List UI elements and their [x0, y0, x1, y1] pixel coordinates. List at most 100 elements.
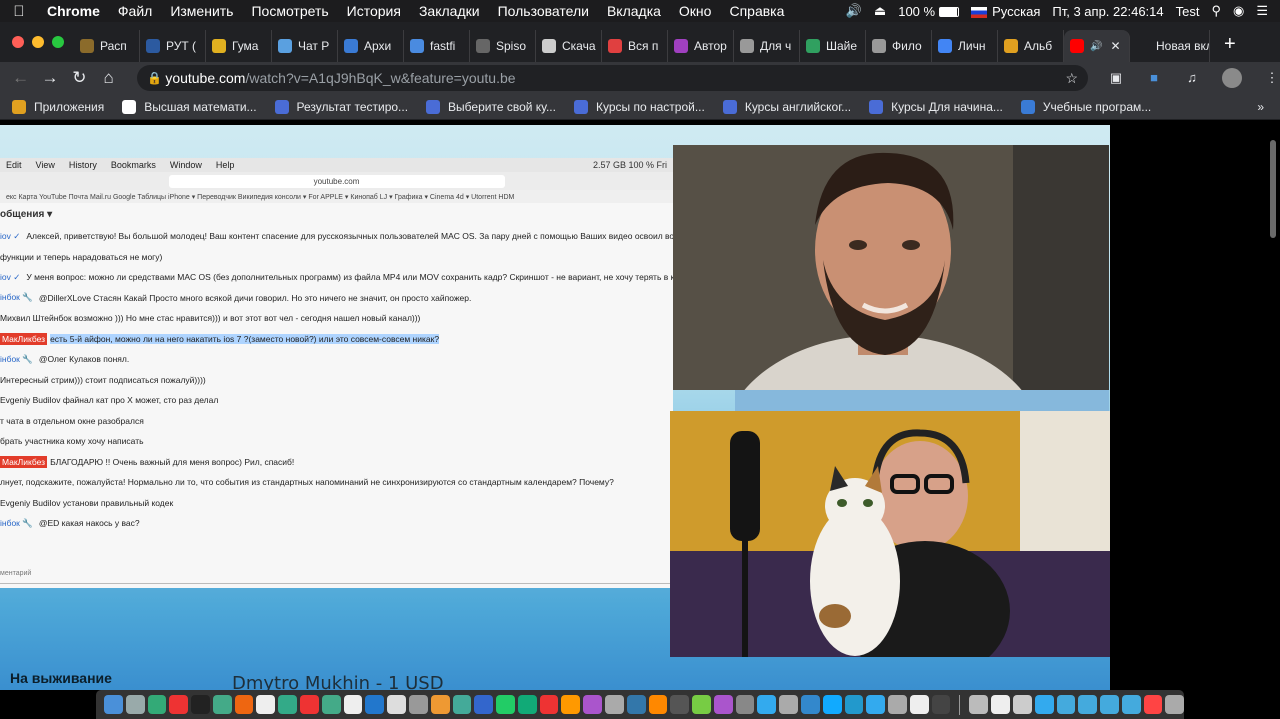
home-icon[interactable]: ⌂ [94, 68, 123, 88]
dock-app-icon[interactable] [147, 695, 167, 714]
dock-app-icon[interactable] [1013, 695, 1032, 714]
bookmark-item[interactable]: Учебные програм... [1020, 99, 1151, 114]
battery-status[interactable]: 100 % [898, 4, 960, 19]
bookmark-item[interactable]: Высшая математи... [122, 99, 257, 114]
dock-app-icon[interactable] [801, 695, 820, 714]
cast-icon[interactable]: ▣ [1108, 70, 1124, 86]
bookmark-item[interactable]: Выберите свой ку... [426, 99, 556, 114]
browser-tab[interactable]: Новая вкл [1130, 30, 1210, 62]
page-scrollbar[interactable] [1270, 140, 1276, 238]
eject-icon[interactable]: ⏏ [874, 3, 886, 19]
dock-app-icon[interactable] [212, 695, 232, 714]
menu-users[interactable]: Пользователи [489, 3, 598, 19]
dock-app-icon[interactable] [452, 695, 472, 714]
bookmark-item[interactable]: Приложения [12, 99, 104, 114]
reload-icon[interactable]: ↻ [65, 68, 94, 88]
browser-tab[interactable]: Чат Р [272, 30, 338, 62]
dock-app-icon[interactable] [888, 695, 907, 714]
minimize-window-button[interactable] [32, 36, 44, 48]
dock-app-icon[interactable] [408, 695, 428, 714]
menu-help[interactable]: Справка [720, 3, 793, 19]
address-bar[interactable]: 🔒 youtube.com/watch?v=A1qJ9hBqK_w&featur… [137, 65, 1088, 91]
browser-tab[interactable]: Личн [932, 30, 998, 62]
spotlight-icon[interactable]: ⚲ [1211, 3, 1221, 19]
dock-app-icon[interactable] [1056, 695, 1076, 714]
dock-app-icon[interactable] [648, 695, 668, 714]
menu-kebab-icon[interactable]: ⋮ [1264, 70, 1280, 86]
browser-tab[interactable]: Spiso [470, 30, 536, 62]
profile-avatar[interactable] [1222, 68, 1242, 88]
dock-app-icon[interactable] [496, 695, 515, 714]
browser-tab[interactable]: Альб [998, 30, 1064, 62]
menu-bookmarks[interactable]: Закладки [410, 3, 489, 19]
dock-app-icon[interactable] [991, 695, 1011, 714]
clock[interactable]: Пт, 3 апр. 22:46:14 [1052, 4, 1163, 19]
video-player[interactable]: Edit View History Bookmarks Window Help … [0, 125, 1110, 690]
dock-app-icon[interactable] [474, 695, 494, 714]
dock-app-icon[interactable] [169, 695, 189, 714]
volume-icon[interactable]: 🔊 [846, 3, 862, 19]
dock-app-icon[interactable] [969, 695, 989, 714]
dock-app-icon[interactable] [757, 695, 777, 714]
close-window-button[interactable] [12, 36, 24, 48]
dock-app-icon[interactable] [387, 695, 406, 714]
dock-app-icon[interactable] [234, 695, 254, 714]
lock-icon[interactable]: 🔒 [147, 71, 165, 85]
dock-app-icon[interactable] [844, 695, 864, 714]
browser-tab[interactable]: Шайе [800, 30, 866, 62]
browser-tab[interactable]: Фило [866, 30, 932, 62]
siri-icon[interactable]: ◉ [1233, 3, 1244, 19]
bookmark-star-icon[interactable]: ☆ [1065, 70, 1078, 87]
dock-app-icon[interactable] [278, 695, 298, 714]
extension-icon[interactable]: ■ [1146, 70, 1162, 86]
browser-tab[interactable]: РУТ ( [140, 30, 206, 62]
media-control-icon[interactable]: ♫ [1184, 70, 1200, 86]
dock-app-icon[interactable] [626, 695, 646, 714]
dock-app-icon[interactable] [822, 695, 842, 714]
menu-view[interactable]: Посмотреть [242, 3, 337, 19]
menu-app-name[interactable]: Chrome [38, 3, 109, 19]
dock-app-icon[interactable] [1100, 695, 1119, 714]
dock-app-icon[interactable] [256, 695, 276, 714]
browser-tab[interactable]: Вся п [602, 30, 668, 62]
menu-tab[interactable]: Вкладка [598, 3, 670, 19]
dock-app-icon[interactable] [191, 695, 210, 714]
notification-center-icon[interactable]: ☰ [1256, 3, 1268, 19]
dock-app-icon[interactable] [430, 695, 450, 714]
dock-app-icon[interactable] [692, 695, 711, 714]
browser-tab[interactable]: Скача [536, 30, 602, 62]
dock-app-icon[interactable] [517, 695, 537, 714]
bookmark-item[interactable]: Курсы английског... [722, 99, 851, 114]
input-source[interactable]: Русская [971, 4, 1040, 19]
tab-active-youtube[interactable]: 🔊 ✕ [1064, 30, 1130, 62]
browser-tab[interactable]: fastfi [404, 30, 470, 62]
dock-app-icon[interactable] [1078, 695, 1098, 714]
dock-app-icon[interactable] [866, 695, 886, 714]
dock-app-icon[interactable] [104, 695, 123, 714]
dock-app-icon[interactable] [1143, 695, 1163, 714]
dock-app-icon[interactable] [583, 695, 602, 714]
dock-app-icon[interactable] [365, 695, 385, 714]
dock-app-icon[interactable] [343, 695, 363, 714]
close-tab-icon[interactable]: ✕ [1110, 39, 1120, 53]
menu-file[interactable]: Файл [109, 3, 161, 19]
browser-tab[interactable]: Автор [668, 30, 734, 62]
dock-app-icon[interactable] [321, 695, 341, 714]
browser-tab[interactable]: Для ч [734, 30, 800, 62]
dock-app-icon[interactable] [1121, 695, 1141, 714]
trash-icon[interactable] [1165, 695, 1185, 714]
forward-icon[interactable]: → [35, 68, 64, 88]
audio-playing-icon[interactable]: 🔊 [1090, 41, 1102, 52]
dock-app-icon[interactable] [604, 695, 624, 714]
apple-icon[interactable]:  [0, 3, 38, 20]
menu-history[interactable]: История [338, 3, 410, 19]
browser-tab[interactable]: Архи [338, 30, 404, 62]
dock-app-icon[interactable] [779, 695, 798, 714]
bookmarks-overflow-icon[interactable]: » [1257, 100, 1264, 114]
dock-app-icon[interactable] [670, 695, 690, 714]
dock-app-icon[interactable] [125, 695, 145, 714]
bookmark-item[interactable]: Курсы по настрой... [573, 99, 705, 114]
bookmark-item[interactable]: Результат тестиро... [274, 99, 408, 114]
dock-app-icon[interactable] [539, 695, 559, 714]
back-icon[interactable]: ← [6, 68, 35, 88]
